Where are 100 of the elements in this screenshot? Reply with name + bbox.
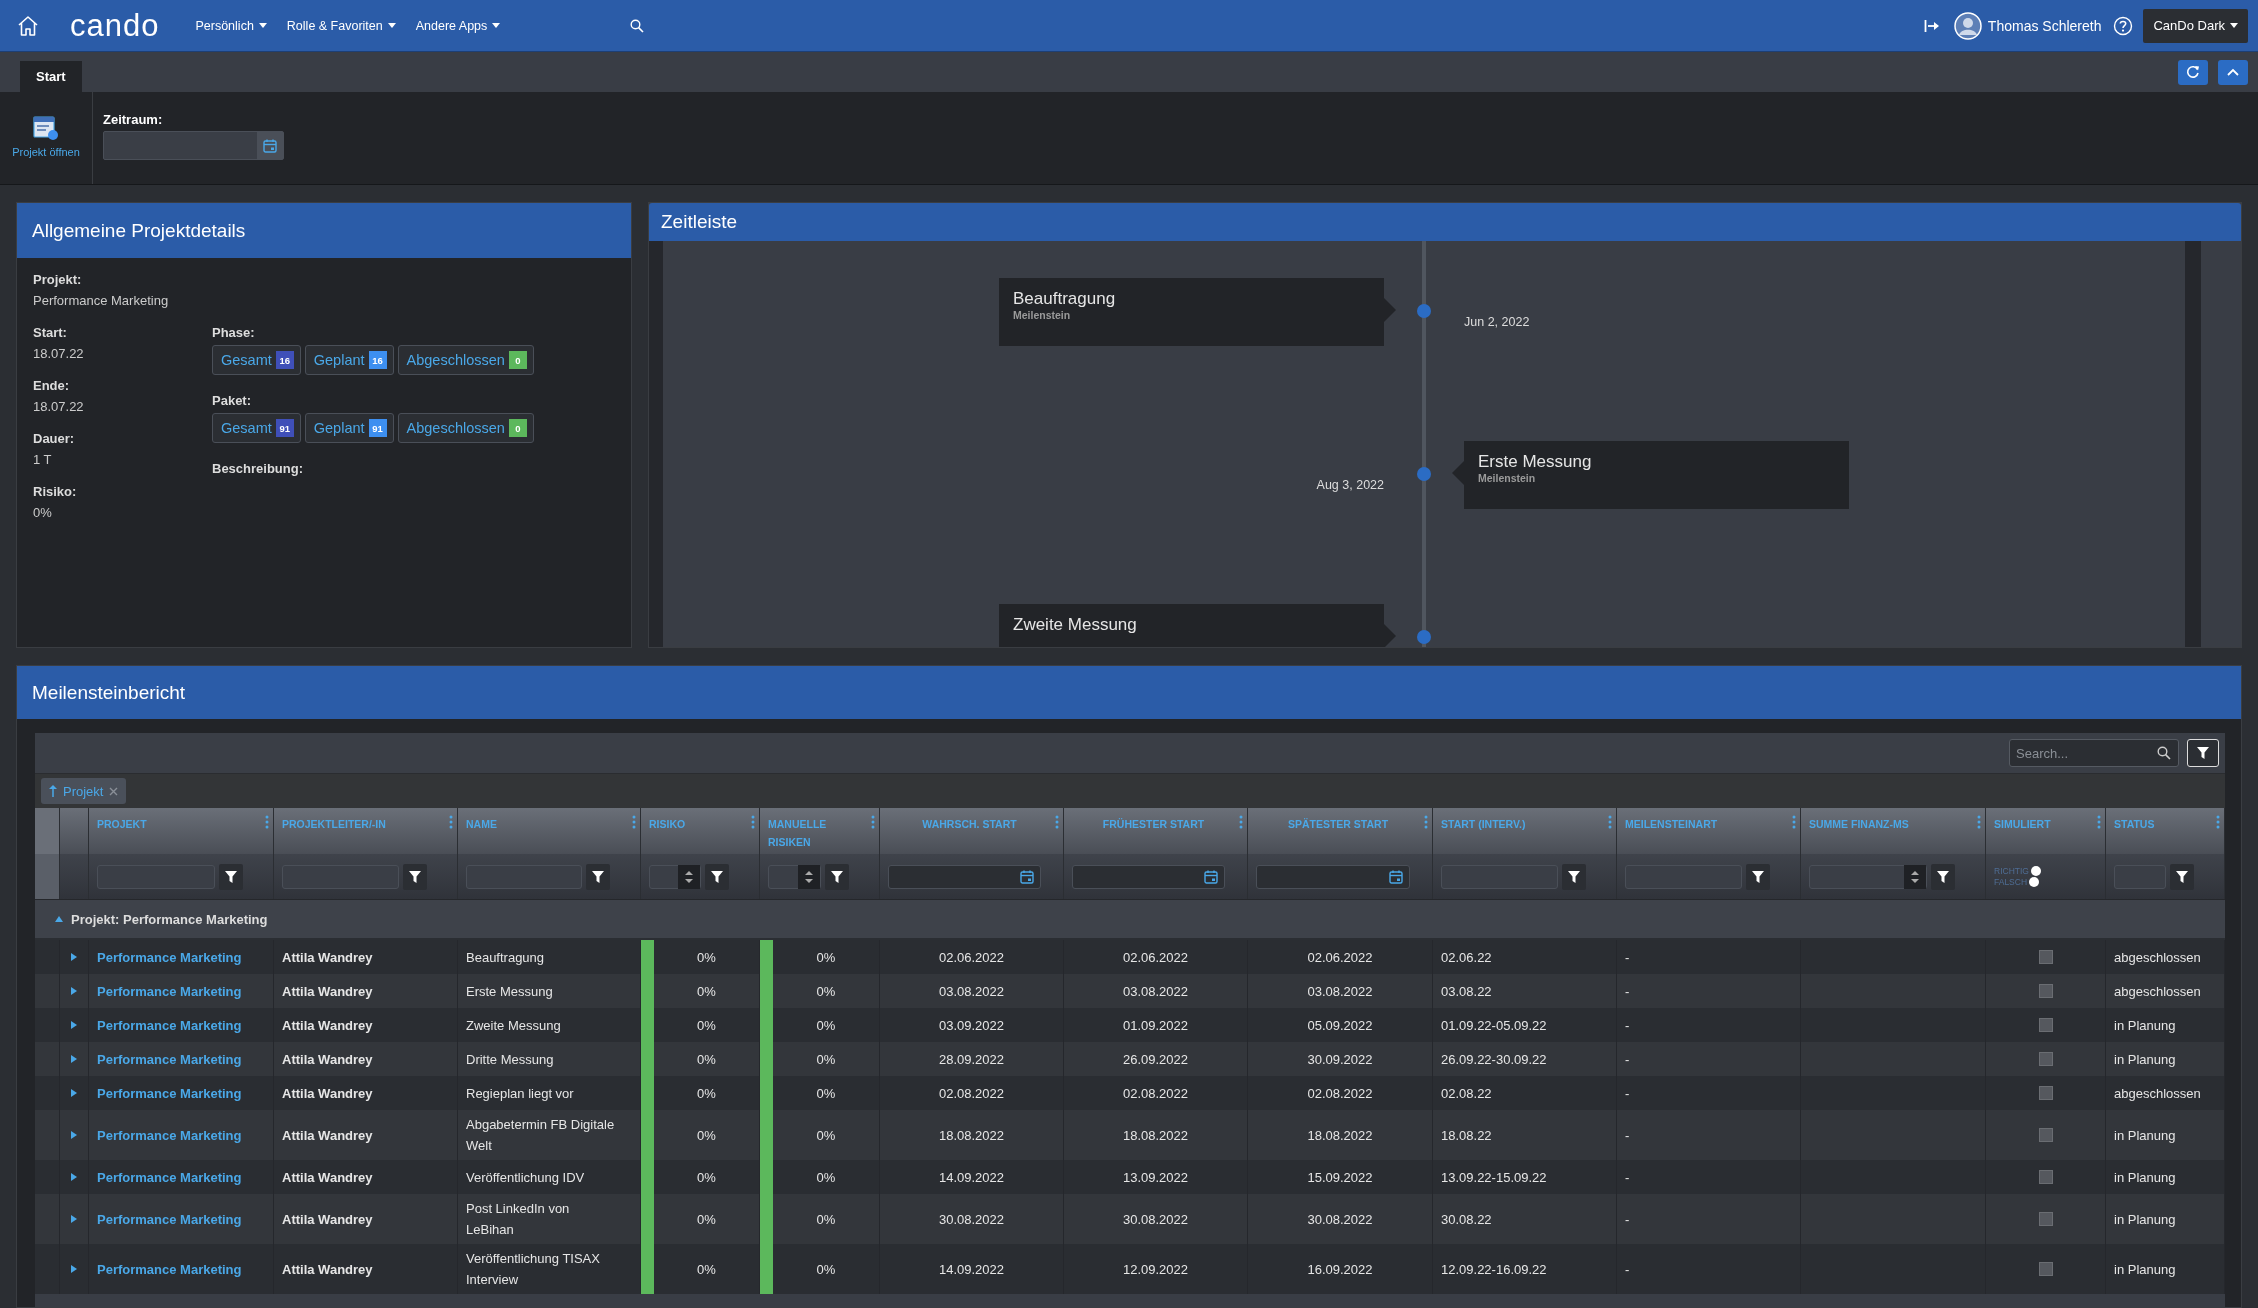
caret-icon xyxy=(387,23,396,28)
filter-button[interactable] xyxy=(403,863,427,890)
collapse-icon[interactable] xyxy=(55,915,63,923)
checkbox[interactable] xyxy=(2038,1086,2053,1100)
filter-button[interactable] xyxy=(825,863,849,890)
more-icon[interactable] xyxy=(871,815,875,829)
more-icon[interactable] xyxy=(1608,815,1612,829)
filter-field[interactable] xyxy=(466,864,582,889)
project-link[interactable]: Performance Marketing xyxy=(97,1166,242,1188)
date-field[interactable] xyxy=(888,864,1041,889)
logout-icon[interactable] xyxy=(1923,17,1940,34)
number-field[interactable] xyxy=(649,864,701,889)
filter-button[interactable] xyxy=(2170,863,2194,890)
refresh-button[interactable] xyxy=(2178,59,2208,85)
more-icon[interactable] xyxy=(1424,815,1428,829)
checkbox[interactable] xyxy=(2038,1128,2053,1142)
filter-button[interactable] xyxy=(1562,863,1586,890)
expand-icon[interactable] xyxy=(71,987,77,995)
filter-field[interactable] xyxy=(1625,864,1742,889)
expand-icon[interactable] xyxy=(71,1089,77,1097)
checkbox[interactable] xyxy=(2038,984,2053,998)
checkbox[interactable] xyxy=(2038,1018,2053,1032)
group-chip[interactable]: Projekt xyxy=(41,778,127,804)
table-cell-text: abgeschlossen xyxy=(2114,982,2201,1001)
table-cell-text: 0% xyxy=(816,1126,836,1145)
more-icon[interactable] xyxy=(1977,815,1981,829)
more-icon[interactable] xyxy=(449,815,453,829)
filter-button[interactable] xyxy=(1931,863,1955,890)
checkbox[interactable] xyxy=(2038,1052,2053,1066)
checkbox[interactable] xyxy=(2038,1262,2053,1276)
help-icon[interactable] xyxy=(2113,15,2134,36)
column-header[interactable]: MANUELLE RISIKEN xyxy=(768,815,867,851)
filter-button[interactable] xyxy=(219,863,243,890)
user-name[interactable]: Thomas Schlereth xyxy=(1987,17,2102,34)
number-field[interactable] xyxy=(1809,864,1927,889)
count-button[interactable]: Geplant 16 xyxy=(304,345,394,375)
count-button[interactable]: Abgeschlossen 0 xyxy=(397,345,534,375)
more-icon[interactable] xyxy=(265,815,269,829)
filter-button[interactable] xyxy=(705,863,729,890)
project-link[interactable]: Performance Marketing xyxy=(97,1208,242,1230)
project-link[interactable]: Performance Marketing xyxy=(97,980,242,1002)
collapse-button[interactable] xyxy=(2218,59,2248,85)
more-icon[interactable] xyxy=(1792,815,1796,829)
home-icon[interactable] xyxy=(16,13,40,38)
table-cell-text: 0% xyxy=(697,1084,716,1103)
checkbox[interactable] xyxy=(2038,1170,2053,1184)
project-link[interactable]: Performance Marketing xyxy=(97,1124,242,1146)
table-cell-text: - xyxy=(1625,1016,1630,1035)
project-link[interactable]: Performance Marketing xyxy=(97,1258,242,1280)
checkbox[interactable] xyxy=(2038,1212,2053,1226)
count-button[interactable]: Abgeschlossen 0 xyxy=(397,413,534,443)
search-field[interactable]: Search... xyxy=(2009,739,2179,767)
more-icon[interactable] xyxy=(751,815,755,829)
project-link[interactable]: Performance Marketing xyxy=(97,1082,242,1104)
more-icon[interactable] xyxy=(632,815,636,829)
menu-button[interactable]: Rolle & Favoriten xyxy=(276,14,406,37)
date-field[interactable] xyxy=(1072,864,1225,889)
filter-button[interactable] xyxy=(2187,739,2219,767)
project-link[interactable]: Performance Marketing xyxy=(97,1048,242,1070)
search-icon[interactable] xyxy=(630,18,645,33)
close-icon[interactable] xyxy=(109,786,119,796)
field-label: Ende: xyxy=(33,378,71,393)
count-button[interactable]: Gesamt 91 xyxy=(212,413,301,443)
more-icon[interactable] xyxy=(1055,815,1059,829)
filter-field[interactable] xyxy=(97,864,215,889)
date-field[interactable] xyxy=(103,131,284,160)
expand-icon[interactable] xyxy=(71,1215,77,1223)
open-project-button[interactable]: Projekt öffnen xyxy=(0,92,93,184)
expand-icon[interactable] xyxy=(71,1265,77,1273)
filter-button[interactable] xyxy=(1746,863,1770,890)
table-cell-text: 0% xyxy=(697,1016,716,1035)
expand-icon[interactable] xyxy=(71,1131,77,1139)
table-cell-text: Post LinkedIn von LeBihan xyxy=(466,1200,571,1239)
project-link[interactable]: Performance Marketing xyxy=(97,1014,242,1036)
expand-icon[interactable] xyxy=(71,953,77,961)
filter-button[interactable] xyxy=(586,863,610,890)
theme-dropdown[interactable]: CanDo Dark xyxy=(2143,8,2248,43)
menu-button[interactable]: Andere Apps xyxy=(405,14,511,37)
radio-button[interactable] xyxy=(2029,877,2040,887)
radio-button[interactable] xyxy=(2030,866,2041,876)
tab[interactable]: Start xyxy=(20,61,82,92)
date-field[interactable] xyxy=(1256,864,1410,889)
filter-field[interactable] xyxy=(1441,864,1558,889)
count-button[interactable]: Gesamt 16 xyxy=(212,345,301,375)
expand-icon[interactable] xyxy=(71,1021,77,1029)
filter-icon xyxy=(1937,870,1949,883)
table-cell-text: 03.08.2022 xyxy=(1307,982,1373,1001)
more-icon[interactable] xyxy=(1239,815,1243,829)
filter-field[interactable] xyxy=(282,864,399,889)
number-field[interactable] xyxy=(768,864,821,889)
menu-button[interactable]: Persönlich xyxy=(185,14,277,37)
expand-icon[interactable] xyxy=(71,1055,77,1063)
checkbox[interactable] xyxy=(2038,950,2053,964)
project-link[interactable]: Performance Marketing xyxy=(97,946,242,968)
more-icon[interactable] xyxy=(2097,815,2101,829)
expand-icon[interactable] xyxy=(71,1173,77,1181)
filter-field[interactable] xyxy=(2114,864,2166,889)
more-icon[interactable] xyxy=(2216,815,2220,829)
count-button[interactable]: Geplant 91 xyxy=(304,413,394,443)
avatar-icon[interactable] xyxy=(1953,11,1982,40)
